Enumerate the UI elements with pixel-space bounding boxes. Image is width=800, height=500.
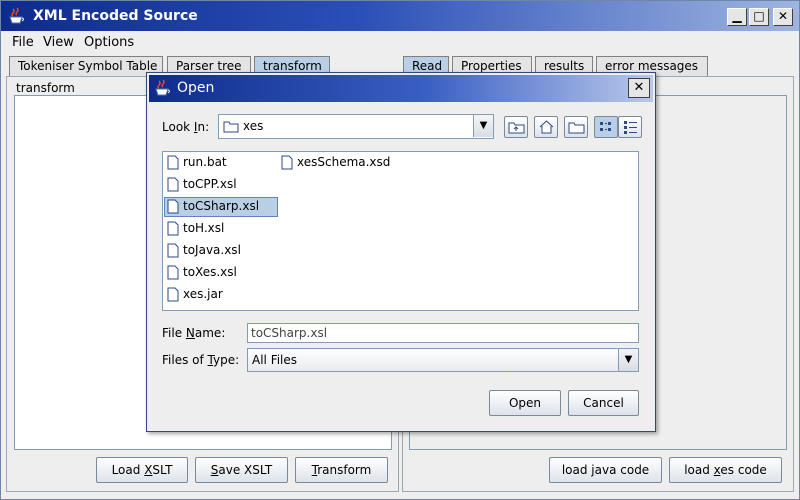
- list-view-icon: [600, 122, 611, 131]
- new-folder-button[interactable]: [564, 116, 588, 138]
- transform-button[interactable]: Transform: [295, 457, 388, 483]
- file-name: toCSharp.xsl: [183, 199, 260, 213]
- list-item[interactable]: xesSchema.xsd: [279, 154, 394, 174]
- java-cup-icon: [9, 7, 24, 24]
- file-name: toXes.xsl: [183, 265, 237, 279]
- files-of-type-value: All Files: [252, 353, 298, 367]
- folder-up-icon: [508, 122, 525, 134]
- up-one-level-button[interactable]: [504, 116, 528, 138]
- folder-icon: [223, 121, 239, 133]
- look-in-value: xes: [243, 119, 264, 133]
- load-java-label-post: ava code: [594, 463, 650, 477]
- maximize-icon: □: [753, 9, 765, 23]
- file-name: toCPP.xsl: [183, 177, 237, 191]
- load-xslt-button[interactable]: Load XSLT: [96, 457, 188, 483]
- cancel-button[interactable]: Cancel: [568, 390, 639, 416]
- list-item-selected[interactable]: toCSharp.xsl: [164, 197, 278, 217]
- look-in-label-post: n:: [197, 120, 210, 134]
- file-icon: [167, 287, 179, 302]
- save-xslt-button[interactable]: Save XSLT: [195, 457, 288, 483]
- look-in-combo[interactable]: xes ▼: [218, 114, 494, 139]
- menu-file[interactable]: File: [12, 35, 34, 50]
- list-item[interactable]: toJava.xsl: [165, 242, 245, 262]
- file-name: toH.xsl: [183, 221, 225, 235]
- files-of-type-label-pre: Files of: [162, 353, 208, 367]
- file-name-label-post: ame:: [194, 326, 226, 340]
- transform-group-label: transform: [14, 81, 77, 95]
- file-name: toJava.xsl: [183, 243, 241, 257]
- file-name-label-pre: File: [162, 326, 186, 340]
- load-java-label-pre: load: [561, 463, 592, 477]
- load-xslt-label-pre: Load: [111, 463, 145, 477]
- files-of-type-label: Files of Type:: [162, 353, 239, 367]
- file-icon: [167, 221, 179, 236]
- list-item[interactable]: xes.jar: [165, 286, 227, 306]
- look-in-label-pre: Look: [162, 120, 194, 134]
- file-icon: [167, 265, 179, 280]
- menu-view[interactable]: View: [43, 35, 74, 50]
- minimize-button[interactable]: ▁: [727, 8, 747, 26]
- close-icon: ✕: [777, 9, 789, 23]
- file-icon: [167, 243, 179, 258]
- details-view-icon: [624, 121, 637, 134]
- files-of-type-label-post: ype:: [213, 353, 240, 367]
- file-name: xesSchema.xsd: [297, 155, 391, 169]
- list-item[interactable]: toXes.xsl: [165, 264, 241, 284]
- maximize-button[interactable]: □: [749, 8, 769, 26]
- open-dialog: Open ✕ Look In: xes ▼ run.bat toCPP.xsl …: [146, 72, 656, 432]
- minimize-icon: ▁: [732, 9, 742, 23]
- list-item[interactable]: toH.xsl: [165, 220, 228, 240]
- details-view-button[interactable]: [618, 116, 642, 138]
- save-xslt-label-post: ave XSLT: [218, 463, 273, 477]
- file-icon: [167, 199, 179, 214]
- java-cup-icon: [155, 79, 170, 96]
- file-icon: [281, 155, 293, 170]
- close-button[interactable]: ✕: [773, 8, 793, 26]
- file-name: run.bat: [183, 155, 227, 169]
- file-name-field[interactable]: toCSharp.xsl: [247, 323, 639, 343]
- tab-tokeniser-symbol-table[interactable]: Tokeniser Symbol Table: [9, 56, 163, 76]
- list-item[interactable]: run.bat: [165, 154, 231, 174]
- file-icon: [167, 155, 179, 170]
- file-name-label: File Name:: [162, 326, 225, 340]
- menu-options[interactable]: Options: [84, 35, 134, 50]
- list-view-button[interactable]: [594, 116, 618, 138]
- file-list[interactable]: run.bat toCPP.xsl toCSharp.xsl toH.xsl t…: [162, 151, 639, 311]
- dialog-title-bar[interactable]: Open ✕: [149, 75, 653, 102]
- transform-label-post: ransform: [317, 463, 372, 477]
- load-xslt-label-post: SLT: [152, 463, 173, 477]
- chevron-down-icon[interactable]: ▼: [618, 349, 638, 371]
- home-icon: [539, 120, 554, 134]
- dialog-close-button[interactable]: ✕: [628, 78, 650, 98]
- look-in-label: Look In:: [162, 120, 209, 134]
- close-icon: ✕: [633, 80, 645, 95]
- menu-bar: File View Options: [1, 32, 799, 54]
- file-name-mnemonic: N: [185, 326, 195, 340]
- home-button[interactable]: [534, 116, 558, 138]
- dialog-title: Open: [177, 80, 215, 96]
- title-bar[interactable]: XML Encoded Source ▁ □ ✕: [1, 1, 799, 31]
- file-icon: [167, 177, 179, 192]
- file-name: xes.jar: [183, 287, 223, 301]
- load-java-code-button[interactable]: load java code: [549, 457, 662, 483]
- load-xes-label-pre: load: [684, 463, 714, 477]
- window-title: XML Encoded Source: [33, 8, 198, 24]
- new-folder-icon: [568, 122, 585, 134]
- files-of-type-combo[interactable]: All Files ▼: [247, 348, 639, 372]
- load-xes-code-button[interactable]: load xes code: [669, 457, 782, 483]
- load-xes-label-post: es code: [720, 463, 767, 477]
- open-button[interactable]: Open: [489, 390, 561, 416]
- list-item[interactable]: toCPP.xsl: [165, 176, 241, 196]
- chevron-down-icon[interactable]: ▼: [473, 115, 493, 137]
